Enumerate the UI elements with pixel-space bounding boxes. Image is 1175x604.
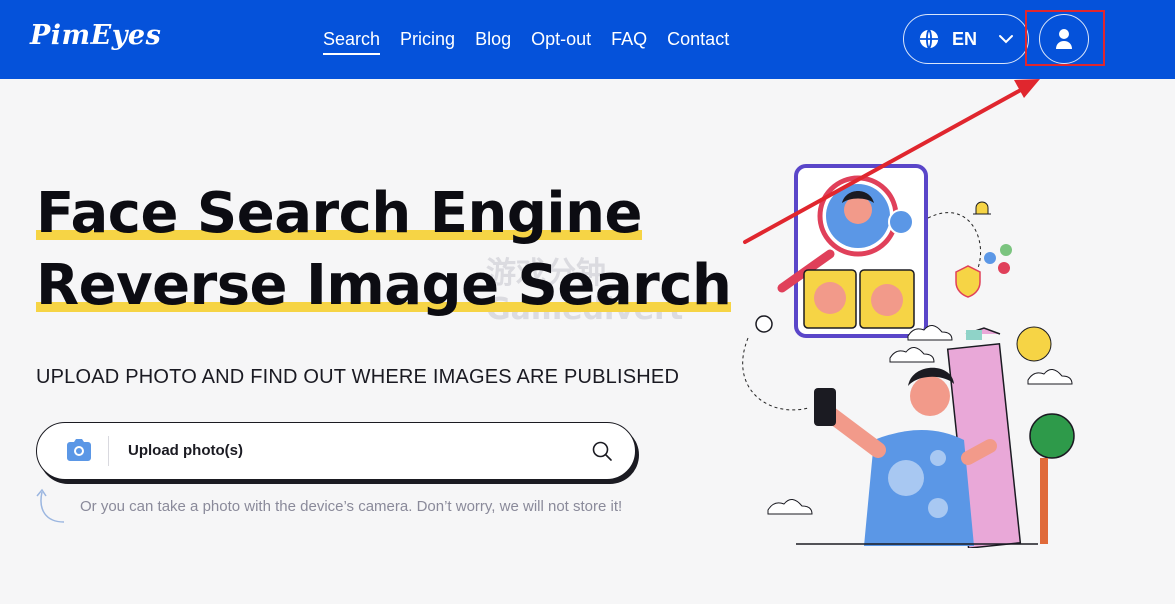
upload-photo-label[interactable]: Upload photo(s) <box>128 442 243 459</box>
user-icon <box>1056 29 1072 49</box>
chevron-down-icon <box>999 35 1013 44</box>
curved-arrow-icon <box>36 488 65 523</box>
search-icon[interactable] <box>591 440 613 462</box>
nav-opt-out[interactable]: Opt-out <box>531 29 591 55</box>
main-nav: Search Pricing Blog Opt-out FAQ Contact <box>323 29 729 55</box>
hero-title-line-2: Reverse Image Search <box>36 250 732 322</box>
hero-subtitle: UPLOAD PHOTO AND FIND OUT WHERE IMAGES A… <box>36 366 680 388</box>
logo[interactable]: PimEyes <box>30 20 161 51</box>
globe-icon <box>919 29 939 49</box>
nav-faq[interactable]: FAQ <box>611 29 647 55</box>
camera-icon[interactable] <box>66 438 92 462</box>
hero-illustration <box>742 164 1075 548</box>
nav-pricing[interactable]: Pricing <box>400 29 455 55</box>
language-code: EN <box>952 28 978 49</box>
nav-search[interactable]: Search <box>323 29 381 55</box>
upload-photo-bar[interactable]: Upload photo(s) <box>36 422 636 480</box>
hero-title: Face Search Engine Reverse Image Search <box>36 178 732 322</box>
camera-hint-text: Or you can take a photo with the device’… <box>80 498 623 515</box>
hero-title-line-1: Face Search Engine <box>36 178 642 250</box>
upload-separator <box>108 436 109 466</box>
top-header: PimEyes Search Pricing Blog Opt-out FAQ … <box>0 0 1175 79</box>
language-selector[interactable]: EN <box>903 14 1029 64</box>
nav-blog[interactable]: Blog <box>475 29 511 55</box>
user-account-button[interactable] <box>1039 14 1089 64</box>
nav-contact[interactable]: Contact <box>667 29 729 55</box>
